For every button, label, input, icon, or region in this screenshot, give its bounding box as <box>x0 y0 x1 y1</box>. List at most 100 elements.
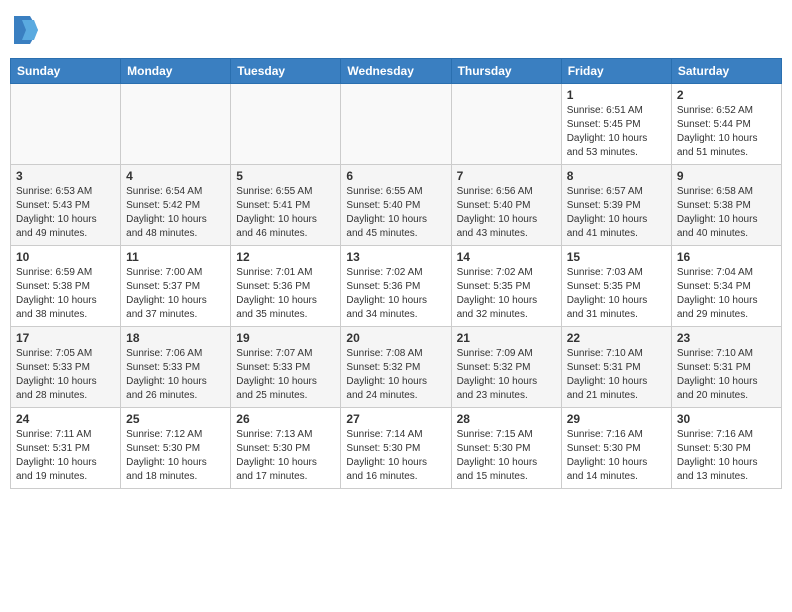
calendar-cell: 18 Sunrise: 7:06 AM Sunset: 5:33 PM Dayli… <box>121 327 231 408</box>
calendar-cell: 15 Sunrise: 7:03 AM Sunset: 5:35 PM Dayli… <box>561 246 671 327</box>
day-info: Sunrise: 6:56 AM Sunset: 5:40 PM Dayligh… <box>457 185 556 241</box>
calendar-cell: 10 Sunrise: 6:59 AM Sunset: 5:38 PM Dayli… <box>11 246 121 327</box>
day-number: 11 <box>126 250 225 264</box>
day-number: 1 <box>567 88 666 102</box>
day-number: 10 <box>16 250 115 264</box>
calendar-cell: 27 Sunrise: 7:14 AM Sunset: 5:30 PM Dayli… <box>341 408 451 489</box>
day-number: 5 <box>236 169 335 183</box>
calendar-row-1: 3 Sunrise: 6:53 AM Sunset: 5:43 PM Daylig… <box>11 165 782 246</box>
day-info: Sunrise: 7:03 AM Sunset: 5:35 PM Dayligh… <box>567 266 666 322</box>
day-info: Sunrise: 7:01 AM Sunset: 5:36 PM Dayligh… <box>236 266 335 322</box>
day-number: 7 <box>457 169 556 183</box>
day-number: 4 <box>126 169 225 183</box>
calendar-cell: 28 Sunrise: 7:15 AM Sunset: 5:30 PM Dayli… <box>451 408 561 489</box>
day-info: Sunrise: 7:08 AM Sunset: 5:32 PM Dayligh… <box>346 347 445 403</box>
calendar-row-4: 24Sunrise: 7:11 AM Sunset: 5:31 PM Dayli… <box>11 408 782 489</box>
calendar-table: SundayMondayTuesdayWednesdayThursdayFrid… <box>10 58 782 489</box>
day-info: Sunrise: 7:10 AM Sunset: 5:31 PM Dayligh… <box>567 347 666 403</box>
logo-icon <box>14 16 38 44</box>
calendar-cell: 23Sunrise: 7:10 AM Sunset: 5:31 PM Dayli… <box>671 327 781 408</box>
day-number: 27 <box>346 412 445 426</box>
day-info: Sunrise: 7:16 AM Sunset: 5:30 PM Dayligh… <box>567 428 666 484</box>
day-number: 28 <box>457 412 556 426</box>
calendar-cell: 22Sunrise: 7:10 AM Sunset: 5:31 PM Dayli… <box>561 327 671 408</box>
logo <box>14 16 42 44</box>
calendar-cell: 19 Sunrise: 7:07 AM Sunset: 5:33 PM Dayli… <box>231 327 341 408</box>
calendar-cell <box>121 84 231 165</box>
calendar-cell: 3 Sunrise: 6:53 AM Sunset: 5:43 PM Daylig… <box>11 165 121 246</box>
calendar-cell: 11 Sunrise: 7:00 AM Sunset: 5:37 PM Dayli… <box>121 246 231 327</box>
day-info: Sunrise: 6:59 AM Sunset: 5:38 PM Dayligh… <box>16 266 115 322</box>
calendar-cell: 6 Sunrise: 6:55 AM Sunset: 5:40 PM Daylig… <box>341 165 451 246</box>
day-number: 15 <box>567 250 666 264</box>
day-number: 2 <box>677 88 776 102</box>
calendar-cell: 17Sunrise: 7:05 AM Sunset: 5:33 PM Dayli… <box>11 327 121 408</box>
calendar-cell: 26 Sunrise: 7:13 AM Sunset: 5:30 PM Dayli… <box>231 408 341 489</box>
day-number: 19 <box>236 331 335 345</box>
calendar-cell: 7 Sunrise: 6:56 AM Sunset: 5:40 PM Daylig… <box>451 165 561 246</box>
day-info: Sunrise: 6:54 AM Sunset: 5:42 PM Dayligh… <box>126 185 225 241</box>
day-number: 23 <box>677 331 776 345</box>
calendar-cell: 1 Sunrise: 6:51 AM Sunset: 5:45 PM Daylig… <box>561 84 671 165</box>
day-info: Sunrise: 7:04 AM Sunset: 5:34 PM Dayligh… <box>677 266 776 322</box>
day-number: 26 <box>236 412 335 426</box>
calendar-cell: 16 Sunrise: 7:04 AM Sunset: 5:34 PM Dayli… <box>671 246 781 327</box>
day-number: 12 <box>236 250 335 264</box>
calendar-row-0: 1 Sunrise: 6:51 AM Sunset: 5:45 PM Daylig… <box>11 84 782 165</box>
calendar-row-2: 10 Sunrise: 6:59 AM Sunset: 5:38 PM Dayli… <box>11 246 782 327</box>
day-info: Sunrise: 6:51 AM Sunset: 5:45 PM Dayligh… <box>567 104 666 160</box>
calendar-cell: 29 Sunrise: 7:16 AM Sunset: 5:30 PM Dayli… <box>561 408 671 489</box>
weekday-header-thursday: Thursday <box>451 59 561 84</box>
day-info: Sunrise: 7:15 AM Sunset: 5:30 PM Dayligh… <box>457 428 556 484</box>
day-info: Sunrise: 7:09 AM Sunset: 5:32 PM Dayligh… <box>457 347 556 403</box>
weekday-header-friday: Friday <box>561 59 671 84</box>
day-number: 13 <box>346 250 445 264</box>
day-info: Sunrise: 7:14 AM Sunset: 5:30 PM Dayligh… <box>346 428 445 484</box>
day-number: 21 <box>457 331 556 345</box>
day-number: 16 <box>677 250 776 264</box>
day-number: 3 <box>16 169 115 183</box>
day-info: Sunrise: 7:07 AM Sunset: 5:33 PM Dayligh… <box>236 347 335 403</box>
day-info: Sunrise: 7:11 AM Sunset: 5:31 PM Dayligh… <box>16 428 115 484</box>
calendar-cell: 2 Sunrise: 6:52 AM Sunset: 5:44 PM Daylig… <box>671 84 781 165</box>
day-number: 9 <box>677 169 776 183</box>
day-number: 18 <box>126 331 225 345</box>
day-info: Sunrise: 6:57 AM Sunset: 5:39 PM Dayligh… <box>567 185 666 241</box>
day-info: Sunrise: 6:53 AM Sunset: 5:43 PM Dayligh… <box>16 185 115 241</box>
calendar-cell: 21 Sunrise: 7:09 AM Sunset: 5:32 PM Dayli… <box>451 327 561 408</box>
day-info: Sunrise: 7:06 AM Sunset: 5:33 PM Dayligh… <box>126 347 225 403</box>
day-number: 30 <box>677 412 776 426</box>
day-info: Sunrise: 7:13 AM Sunset: 5:30 PM Dayligh… <box>236 428 335 484</box>
calendar-cell <box>231 84 341 165</box>
calendar-row-3: 17Sunrise: 7:05 AM Sunset: 5:33 PM Dayli… <box>11 327 782 408</box>
day-number: 8 <box>567 169 666 183</box>
day-info: Sunrise: 6:55 AM Sunset: 5:40 PM Dayligh… <box>346 185 445 241</box>
weekday-header-sunday: Sunday <box>11 59 121 84</box>
day-number: 6 <box>346 169 445 183</box>
calendar-cell: 9 Sunrise: 6:58 AM Sunset: 5:38 PM Daylig… <box>671 165 781 246</box>
page-header <box>10 10 782 50</box>
calendar-cell: 24Sunrise: 7:11 AM Sunset: 5:31 PM Dayli… <box>11 408 121 489</box>
calendar-cell <box>341 84 451 165</box>
day-info: Sunrise: 6:52 AM Sunset: 5:44 PM Dayligh… <box>677 104 776 160</box>
day-info: Sunrise: 6:58 AM Sunset: 5:38 PM Dayligh… <box>677 185 776 241</box>
calendar-cell: 30 Sunrise: 7:16 AM Sunset: 5:30 PM Dayli… <box>671 408 781 489</box>
day-info: Sunrise: 7:12 AM Sunset: 5:30 PM Dayligh… <box>126 428 225 484</box>
calendar-cell: 8 Sunrise: 6:57 AM Sunset: 5:39 PM Daylig… <box>561 165 671 246</box>
day-info: Sunrise: 7:16 AM Sunset: 5:30 PM Dayligh… <box>677 428 776 484</box>
weekday-header-wednesday: Wednesday <box>341 59 451 84</box>
day-info: Sunrise: 7:02 AM Sunset: 5:36 PM Dayligh… <box>346 266 445 322</box>
day-number: 25 <box>126 412 225 426</box>
weekday-header-monday: Monday <box>121 59 231 84</box>
day-number: 14 <box>457 250 556 264</box>
day-info: Sunrise: 6:55 AM Sunset: 5:41 PM Dayligh… <box>236 185 335 241</box>
calendar-cell <box>11 84 121 165</box>
calendar-body: 1 Sunrise: 6:51 AM Sunset: 5:45 PM Daylig… <box>11 84 782 489</box>
day-info: Sunrise: 7:02 AM Sunset: 5:35 PM Dayligh… <box>457 266 556 322</box>
day-number: 29 <box>567 412 666 426</box>
calendar-cell: 25 Sunrise: 7:12 AM Sunset: 5:30 PM Dayli… <box>121 408 231 489</box>
day-info: Sunrise: 7:00 AM Sunset: 5:37 PM Dayligh… <box>126 266 225 322</box>
weekday-header-tuesday: Tuesday <box>231 59 341 84</box>
calendar-cell: 4 Sunrise: 6:54 AM Sunset: 5:42 PM Daylig… <box>121 165 231 246</box>
weekday-header-saturday: Saturday <box>671 59 781 84</box>
